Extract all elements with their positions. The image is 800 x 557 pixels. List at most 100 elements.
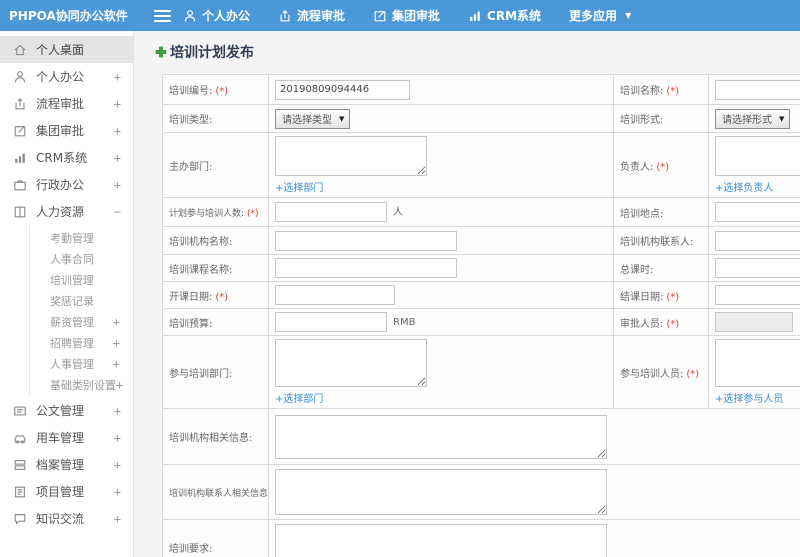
sidebar-item-knowledge-exchange[interactable]: 知识交流 +: [0, 505, 133, 532]
expand-toggle[interactable]: +: [114, 151, 121, 165]
sidebar-item-admin-office[interactable]: 行政办公 +: [0, 171, 133, 198]
main-content: 培训计划发布 培训编号:(*) 培训名称:(*) 培训类型: 请选择类型▼ 培训…: [134, 31, 800, 557]
select-participants-link[interactable]: +选择参与人员: [715, 390, 783, 405]
sidebar-subitem-recruitment[interactable]: 招聘管理 +: [30, 332, 133, 353]
org-contact-info-textarea[interactable]: [275, 469, 607, 515]
sidebar-item-crm[interactable]: CRM系统 +: [0, 144, 133, 171]
training-type-select[interactable]: 请选择类型 ▼: [275, 108, 351, 129]
sidebar-item-personal-office[interactable]: 个人办公 +: [0, 63, 133, 90]
org-info-textarea[interactable]: [275, 414, 607, 459]
sidebar-item-desktop[interactable]: 个人桌面: [0, 36, 133, 63]
end-date-input[interactable]: [715, 285, 800, 305]
field-label: 结课日期: (*): [613, 281, 709, 309]
nav-personal-office[interactable]: 个人办公: [183, 7, 250, 24]
sidebar-subitem-hr-contract[interactable]: 人事合同: [30, 248, 133, 269]
select-host-dept-link[interactable]: +选择部门: [275, 179, 323, 194]
field-label: 培训编号: (*): [162, 74, 269, 105]
chart-icon: [13, 151, 28, 165]
expand-toggle[interactable]: +: [116, 378, 123, 392]
start-date-input[interactable]: [275, 285, 395, 305]
expand-toggle[interactable]: +: [114, 458, 121, 472]
field-label: 培训机构相关信息:: [162, 408, 269, 465]
select-leader-link[interactable]: +选择负责人: [715, 179, 773, 194]
course-name-input[interactable]: [275, 258, 457, 278]
car-icon: [13, 431, 28, 445]
field-label: 培训要求:: [162, 519, 269, 557]
nav-crm[interactable]: CRM系统: [468, 7, 541, 24]
sidebar-subitem-training-mgmt[interactable]: 培训管理: [30, 269, 133, 290]
form-row: 主办部门: +选择部门 负责人: (*) +选择负责人: [162, 132, 800, 198]
field-label: 计划参与培训人数: (*): [162, 197, 269, 227]
select-participate-dept-link[interactable]: +选择部门: [275, 390, 323, 405]
expand-toggle[interactable]: +: [114, 404, 121, 418]
org-name-input[interactable]: [275, 230, 457, 251]
expand-toggle[interactable]: +: [114, 512, 121, 526]
sidebar-subitem-attendance[interactable]: 考勤管理: [30, 227, 133, 248]
hamburger-icon[interactable]: [154, 7, 171, 25]
sidebar-item-archive-mgmt[interactable]: 档案管理 +: [0, 451, 133, 478]
expand-toggle[interactable]: +: [114, 485, 121, 499]
hr-submenu: 考勤管理 人事合同 培训管理 奖惩记录 薪资管理 + 招聘管理 + 人事管理 +: [29, 225, 133, 397]
expand-toggle[interactable]: +: [114, 97, 121, 111]
nav-workflow-approval[interactable]: 流程审批: [278, 7, 345, 24]
sidebar-subitem-personnel[interactable]: 人事管理 +: [30, 353, 133, 374]
sidebar-subitem-basic-category[interactable]: 基础类别设置 +: [30, 374, 133, 395]
field-label: 培训机构联系人相关信息:: [162, 464, 269, 520]
field-label: 负责人: (*): [613, 132, 709, 198]
expand-toggle[interactable]: +: [114, 178, 121, 192]
caret-down-icon: ▼: [625, 11, 632, 20]
sidebar-item-document-mgmt[interactable]: 公文管理 +: [0, 397, 133, 424]
nav-more-apps[interactable]: 更多应用 ▼: [569, 7, 631, 24]
planned-count-input[interactable]: [275, 202, 387, 222]
participate-dept-textarea[interactable]: [275, 339, 427, 387]
field-label: 培训课程名称:: [162, 254, 269, 282]
form-row: 计划参与培训人数: (*) 人 培训地点:: [162, 197, 800, 227]
sidebar-item-workflow-approval[interactable]: 流程审批 +: [0, 90, 133, 117]
expand-toggle[interactable]: +: [114, 124, 121, 138]
sidebar-item-group-approval[interactable]: 集团审批 +: [0, 117, 133, 144]
collapse-toggle[interactable]: −: [114, 205, 121, 219]
sidebar-item-vehicle-mgmt[interactable]: 用车管理 +: [0, 424, 133, 451]
total-hours-input[interactable]: [715, 258, 800, 278]
org-contact-input[interactable]: [715, 230, 800, 251]
leader-textarea[interactable]: [715, 136, 800, 176]
field-label: 培训机构名称:: [162, 226, 269, 255]
expand-toggle[interactable]: +: [113, 357, 120, 371]
training-name-input[interactable]: [715, 79, 800, 100]
training-form-select[interactable]: 请选择形式 ▼: [715, 108, 791, 129]
home-icon: [13, 43, 28, 57]
expand-toggle[interactable]: +: [114, 431, 121, 445]
training-plan-form: 培训编号:(*) 培训名称:(*) 培训类型: 请选择类型▼ 培训形式: 请选择…: [162, 74, 800, 557]
sidebar-subitem-reward-punishment[interactable]: 奖惩记录: [30, 290, 133, 311]
form-row: 培训机构相关信息:: [162, 408, 800, 465]
edit-icon: [373, 9, 387, 23]
chart-icon: [468, 9, 482, 23]
chat-icon: [13, 512, 28, 526]
sidebar-item-hr[interactable]: 人力资源 −: [0, 198, 133, 225]
requirements-textarea[interactable]: [275, 524, 607, 557]
expand-toggle[interactable]: +: [114, 70, 121, 84]
participants-textarea[interactable]: [715, 339, 800, 387]
host-dept-textarea[interactable]: [275, 136, 427, 176]
form-row: 开课日期: (*) 结课日期: (*): [162, 281, 800, 309]
approver-input[interactable]: [715, 312, 793, 332]
expand-toggle[interactable]: +: [113, 336, 120, 350]
location-input[interactable]: [715, 202, 800, 222]
document-icon: [13, 404, 28, 418]
field-label: 总课时:: [613, 254, 709, 282]
budget-input[interactable]: [275, 312, 387, 332]
archive-icon: [13, 458, 28, 472]
sidebar-item-project-mgmt[interactable]: 项目管理 +: [0, 478, 133, 505]
sidebar-subitem-salary[interactable]: 薪资管理 +: [30, 311, 133, 332]
edit-icon: [13, 124, 28, 138]
upload-icon: [278, 9, 292, 23]
training-no-input[interactable]: [275, 79, 410, 100]
upload-icon: [13, 97, 28, 111]
form-row: 培训编号:(*) 培训名称:(*): [162, 74, 800, 105]
expand-toggle[interactable]: +: [113, 315, 120, 329]
form-row: 培训机构名称: 培训机构联系人:: [162, 226, 800, 255]
book-icon: [13, 205, 28, 219]
nav-group-approval[interactable]: 集团审批: [373, 7, 440, 24]
page-title: 培训计划发布: [155, 42, 800, 62]
briefcase-icon: [13, 178, 28, 192]
